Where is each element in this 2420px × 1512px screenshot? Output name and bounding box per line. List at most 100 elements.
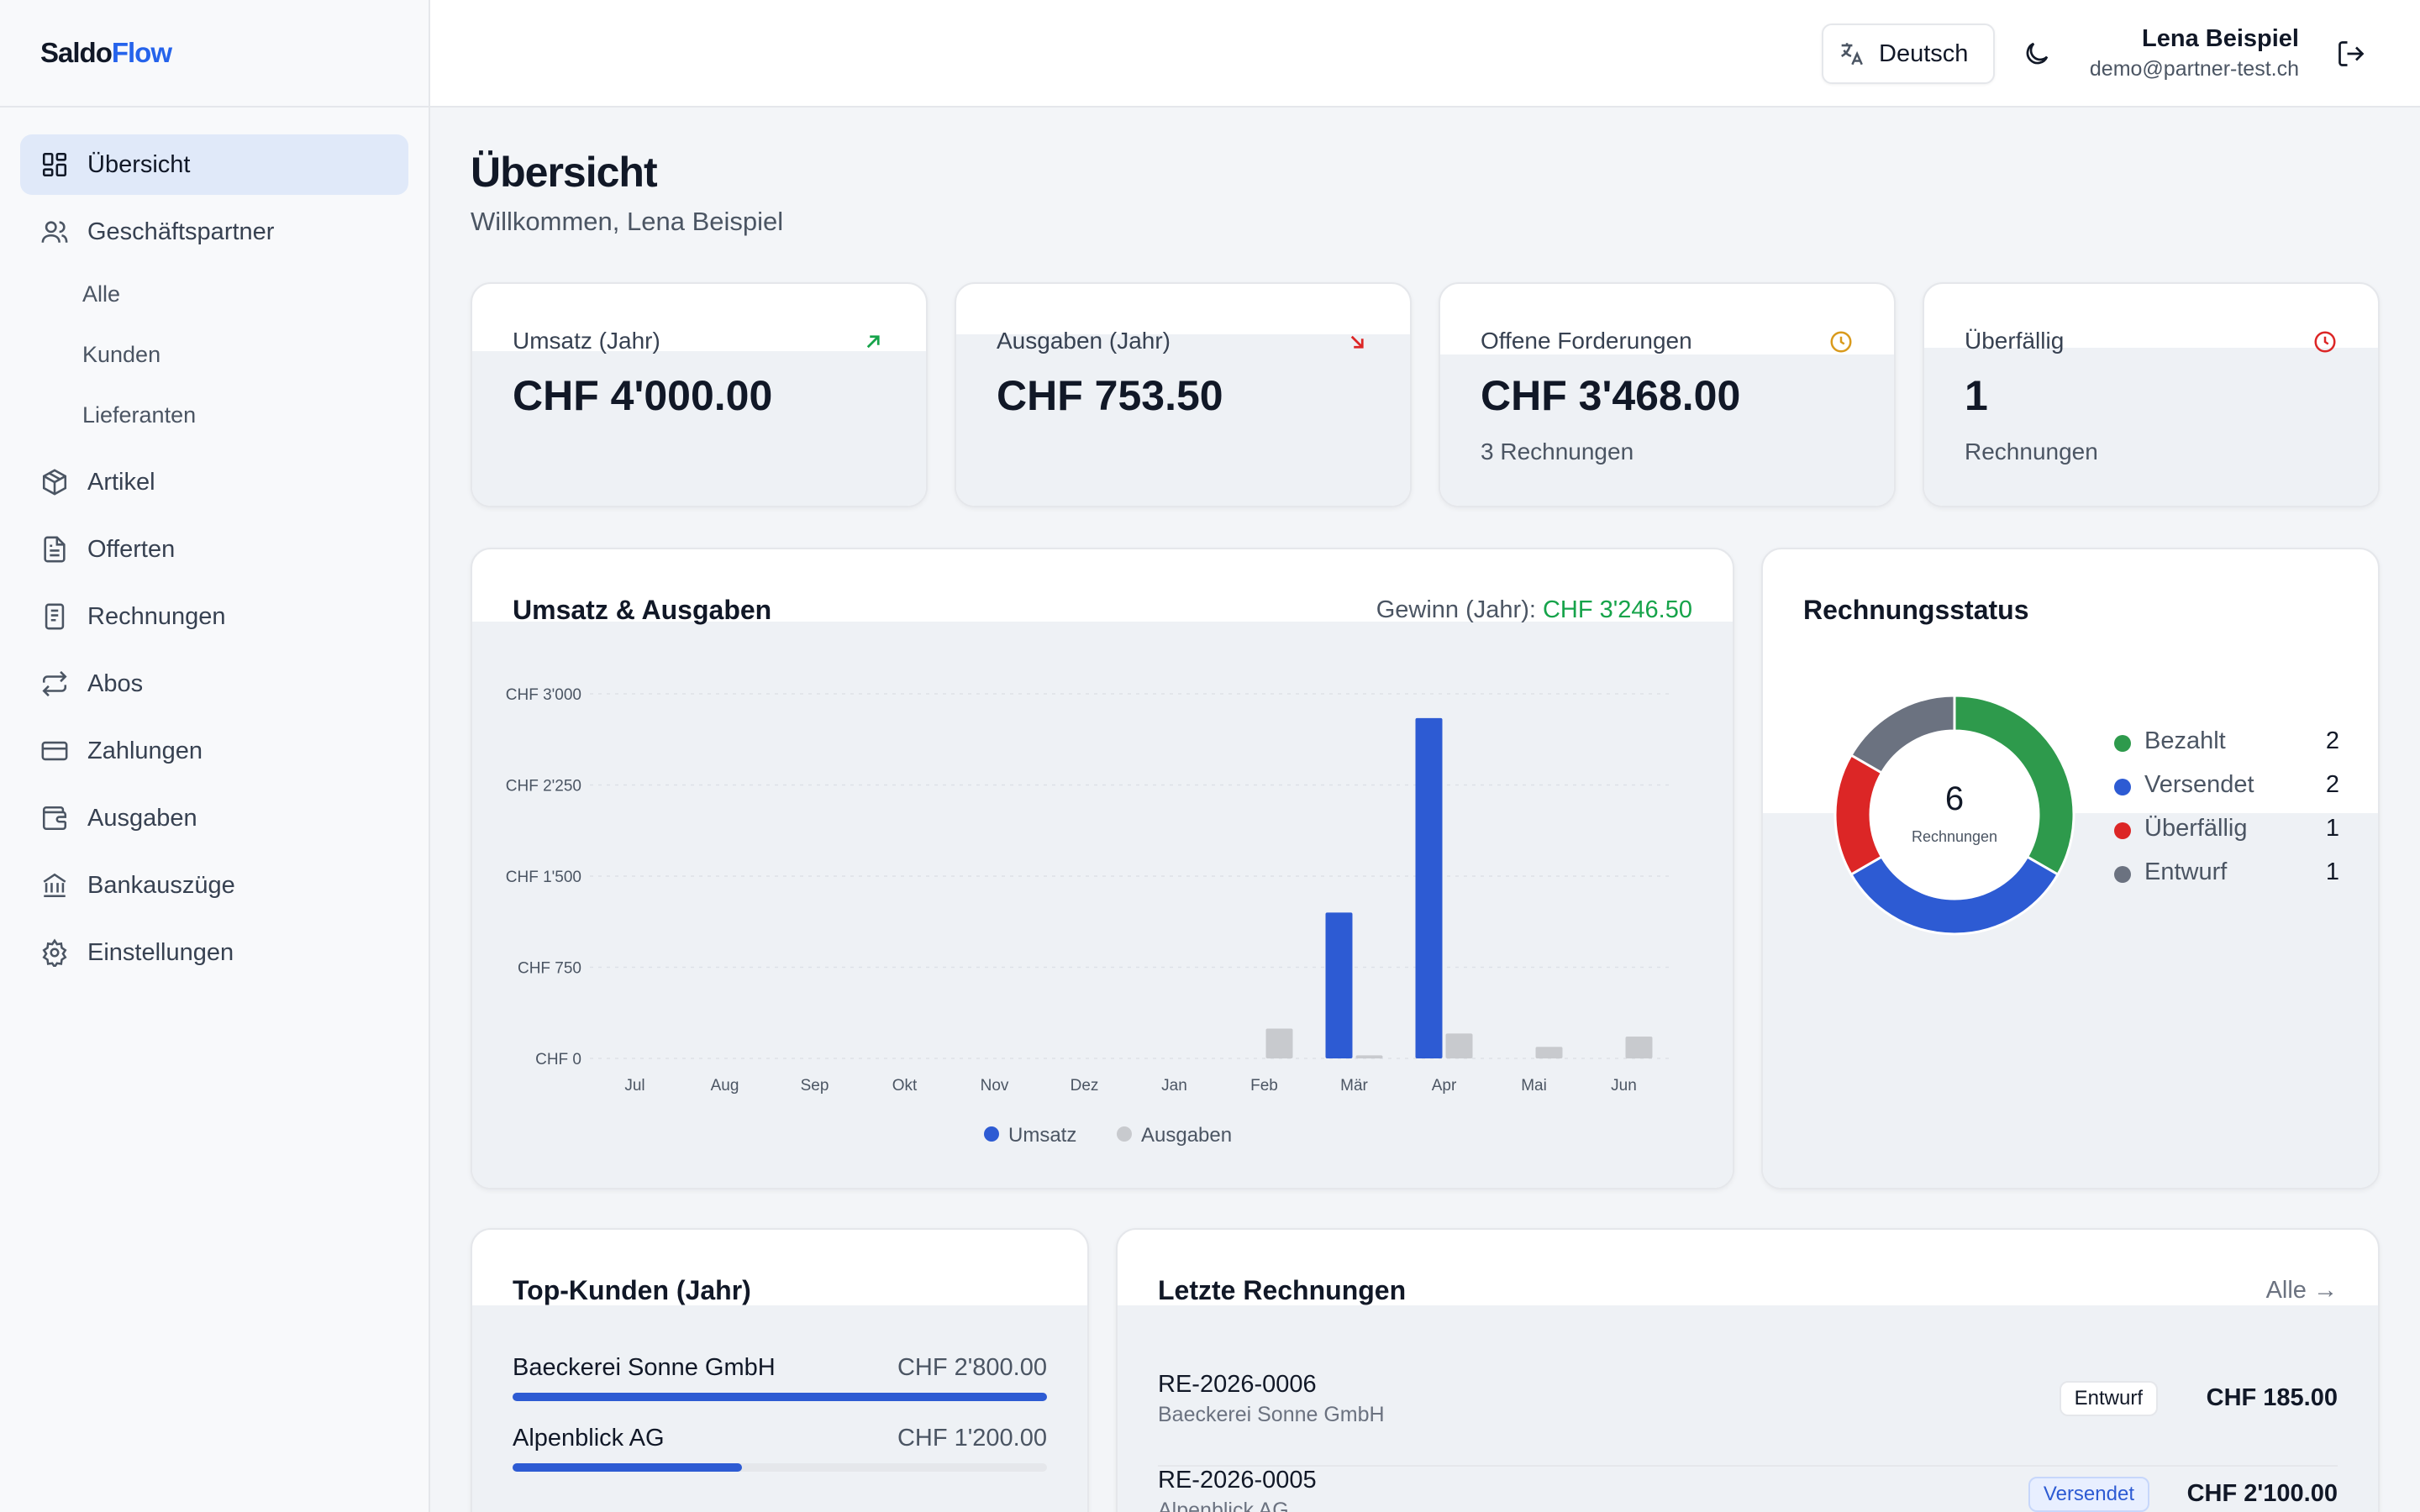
y-tick-label: CHF 1'500 xyxy=(506,869,581,886)
y-tick-label: CHF 2'250 xyxy=(506,778,581,795)
bar-ausgaben-feb[interactable] xyxy=(1265,1028,1293,1058)
recent-invoices-title: Letzte Rechnungen xyxy=(1158,1275,1407,1305)
sidebar-item-label: Offerten xyxy=(87,535,176,563)
welcome-text: Willkommen, Lena Beispiel xyxy=(471,207,784,236)
bar-ausgaben-jun[interactable] xyxy=(1625,1036,1653,1058)
sidebar-subitem-alle[interactable]: Alle xyxy=(20,264,408,324)
invoice-number: RE-2026-0006 xyxy=(1158,1371,1317,1398)
kpi-value: CHF 753.50 xyxy=(997,372,1223,419)
sidebar-item-offerten[interactable]: Offerten xyxy=(20,519,408,580)
sidebar-item-geschaeftspartner[interactable]: Geschäftspartner xyxy=(20,202,408,262)
bar-umsatz-mär[interactable] xyxy=(1325,912,1353,1058)
status-badge: Versendet xyxy=(2028,1477,2149,1512)
kpi-label: Ausgaben (Jahr) xyxy=(997,328,1171,354)
sidebar-item-artikel[interactable]: Artikel xyxy=(20,452,408,512)
sidebar-item-ausgaben[interactable]: Ausgaben xyxy=(20,788,408,848)
repeat-icon xyxy=(42,670,67,697)
customer-bar xyxy=(513,1393,1047,1401)
sidebar-item-label: Rechnungen xyxy=(87,602,226,630)
logo-text-part1: Saldo xyxy=(40,37,113,68)
sidebar-item-bankauszuege[interactable]: Bankauszüge xyxy=(20,855,408,916)
sidebar-item-label: Zahlungen xyxy=(87,737,203,764)
sidebar-item-abos[interactable]: Abos xyxy=(20,654,408,714)
kpi-label: Umsatz (Jahr) xyxy=(513,328,660,354)
legend-label[interactable]: Ausgaben xyxy=(1141,1124,1232,1147)
credit-card-icon xyxy=(41,741,68,761)
wallet-icon xyxy=(42,806,67,831)
dashboard-icon xyxy=(42,152,67,177)
kpi-card-offene-forderungen: Offene Forderungen CHF 3'468.00 3 Rechnu… xyxy=(1439,282,1896,507)
translate-icon xyxy=(1841,43,1863,66)
top-customers-title: Top-Kunden (Jahr) xyxy=(513,1275,751,1305)
page-title: Übersicht xyxy=(471,149,658,196)
card-lower-bg xyxy=(1924,348,2378,506)
moon-icon[interactable] xyxy=(2022,39,2052,69)
sidebar-nav: Übersicht Geschäftspartner Alle Kunden L… xyxy=(0,108,429,983)
revenue-expense-card: Umsatz & Ausgaben Gewinn (Jahr): CHF 3'2… xyxy=(471,548,1734,1189)
sidebar-item-uebersicht[interactable]: Übersicht xyxy=(20,134,408,195)
sidebar-item-label: Geschäftspartner xyxy=(87,218,275,245)
clock-icon xyxy=(2314,331,2336,353)
arrow-down-right-icon xyxy=(1350,335,1364,349)
x-tick-label: Sep xyxy=(801,1077,829,1095)
status-count: 2 xyxy=(2325,727,2339,754)
bar-ausgaben-mär[interactable] xyxy=(1355,1055,1383,1058)
x-tick-label: Jul xyxy=(624,1077,644,1095)
kpi-card-umsatz: Umsatz (Jahr) CHF 4'000.00 xyxy=(471,282,928,507)
invoice-customer: Alpenblick AG xyxy=(1158,1499,1289,1512)
logo-area: SaldoFlow xyxy=(0,0,429,108)
user-email: demo@partner-test.ch xyxy=(2089,57,2299,81)
bar-ausgaben-apr[interactable] xyxy=(1445,1033,1473,1058)
sidebar-subitem-lieferanten[interactable]: Lieferanten xyxy=(20,385,408,445)
sidebar-item-einstellungen[interactable]: Einstellungen xyxy=(20,922,408,983)
customer-bar xyxy=(513,1463,743,1472)
logout-icon[interactable] xyxy=(2336,39,2366,69)
invoice-row[interactable]: RE-2026-0005 Alpenblick AG Versendet CHF… xyxy=(1158,1467,2338,1512)
y-tick-label: CHF 3'000 xyxy=(506,686,581,704)
sidebar-item-zahlungen[interactable]: Zahlungen xyxy=(20,721,408,781)
user-name: Lena Beispiel xyxy=(2142,25,2299,52)
invoice-number: RE-2026-0005 xyxy=(1158,1467,1317,1494)
status-donut-chart: 6 Rechnungen xyxy=(1833,694,2075,936)
sidebar-item-rechnungen[interactable]: Rechnungen xyxy=(20,586,408,647)
invoice-customer: Baeckerei Sonne GmbH xyxy=(1158,1403,1385,1426)
x-tick-label: Nov xyxy=(981,1077,1009,1095)
donut-total-label: Rechnungen xyxy=(1912,828,1997,845)
package-icon xyxy=(42,469,67,496)
file-text-icon xyxy=(44,536,66,563)
sidebar-item-label: Einstellungen xyxy=(87,938,234,966)
sidebar-item-label: Übersicht xyxy=(87,150,191,178)
kpi-label: Offene Forderungen xyxy=(1481,328,1692,354)
kpi-label: Überfällig xyxy=(1965,328,2065,354)
kpi-subtext: 3 Rechnungen xyxy=(1481,438,1634,465)
sidebar-subitem-kunden[interactable]: Kunden xyxy=(20,324,408,385)
x-tick-label: Okt xyxy=(892,1077,918,1095)
sidebar-item-label: Ausgaben xyxy=(87,804,197,832)
y-tick-label: CHF 0 xyxy=(535,1051,581,1068)
bar-umsatz-apr[interactable] xyxy=(1415,717,1443,1058)
customer-name: Alpenblick AG xyxy=(513,1425,665,1452)
x-tick-label: Aug xyxy=(711,1077,739,1095)
legend-label[interactable]: Umsatz xyxy=(1008,1124,1076,1147)
status-count: 1 xyxy=(2325,815,2339,842)
kpi-card-ausgaben: Ausgaben (Jahr) CHF 753.50 xyxy=(955,282,1412,507)
invoice-row[interactable]: RE-2026-0006 Baeckerei Sonne GmbH Entwur… xyxy=(1158,1371,2338,1467)
bar-ausgaben-mai[interactable] xyxy=(1535,1047,1563,1058)
language-selector[interactable]: Deutsch xyxy=(1822,24,1995,84)
invoice-amount: CHF 2'100.00 xyxy=(2186,1480,2338,1507)
customer-revenue: CHF 2'800.00 xyxy=(897,1354,1047,1381)
card-lower-bg xyxy=(472,1305,1087,1512)
x-tick-label: Mär xyxy=(1340,1077,1368,1095)
top-header: Deutsch Lena Beispiel demo@partner-test.… xyxy=(430,0,2420,108)
bar-chart: CHF 0 CHF 750 CHF 1'500 CHF 2'250 CHF 3'000 J… xyxy=(506,686,1669,1147)
app-logo[interactable]: SaldoFlow xyxy=(40,37,172,69)
sidebar-item-label: Bankauszüge xyxy=(87,871,235,899)
recent-invoices-card: Letzte Rechnungen Alle → RE-2026-0006 Ba… xyxy=(1116,1228,2380,1512)
legend-swatch xyxy=(984,1126,999,1142)
kpi-value: 1 xyxy=(1965,372,1988,419)
kpi-value: CHF 3'468.00 xyxy=(1481,372,1741,419)
card-lower-bg xyxy=(956,334,1410,506)
all-invoices-link[interactable]: Alle → xyxy=(2266,1277,2338,1305)
donut-total: 6 xyxy=(1945,780,1964,817)
y-tick-label: CHF 750 xyxy=(518,960,581,978)
